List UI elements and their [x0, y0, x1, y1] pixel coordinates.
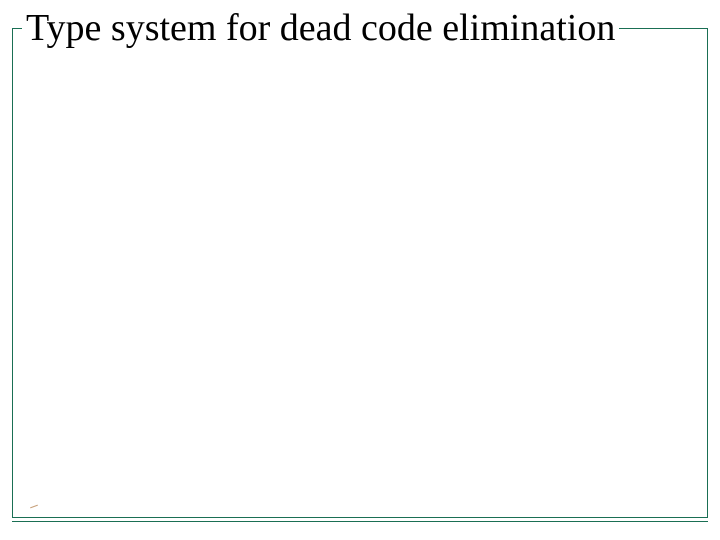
slide-title: Type system for dead code elimination [26, 8, 615, 50]
title-container: Type system for dead code elimination [22, 8, 619, 50]
slide: Type system for dead code elimination [0, 0, 720, 540]
corner-mark-icon [30, 502, 38, 510]
bottom-rule [12, 521, 708, 522]
slide-frame [12, 28, 708, 518]
